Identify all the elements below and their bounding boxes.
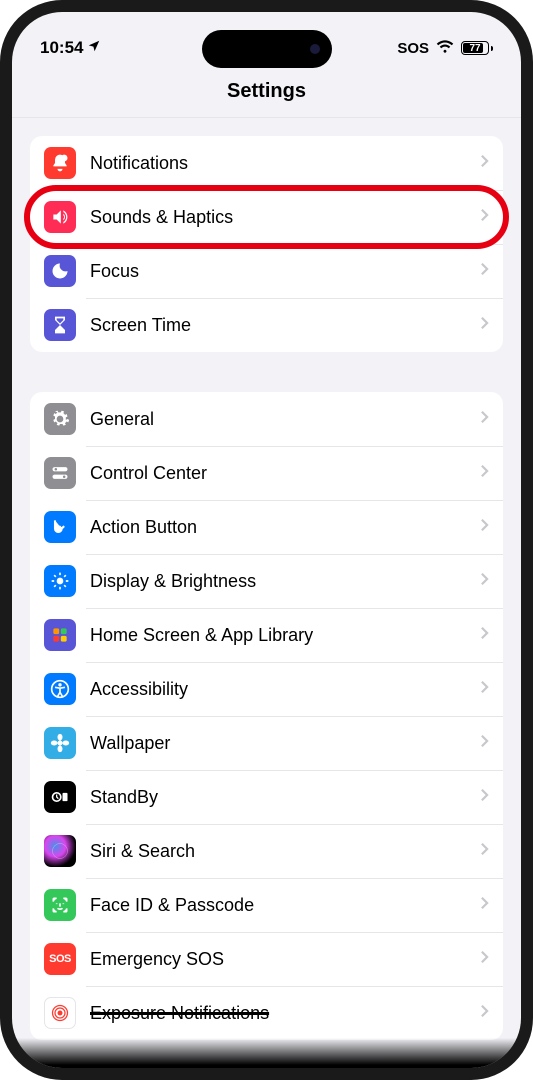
row-control-center[interactable]: Control Center [30, 446, 503, 500]
chevron-right-icon [480, 262, 489, 281]
person-circle-icon [44, 673, 76, 705]
chevron-right-icon [480, 734, 489, 753]
row-screen-time[interactable]: Screen Time [30, 298, 503, 352]
switches-icon [44, 457, 76, 489]
row-label: Focus [90, 261, 480, 282]
row-display-brightness[interactable]: Display & Brightness [30, 554, 503, 608]
row-siri-search[interactable]: Siri & Search [30, 824, 503, 878]
settings-group-1: Notifications Sounds & Haptics Focus [30, 136, 503, 352]
row-label: Sounds & Haptics [90, 207, 480, 228]
row-sounds-haptics[interactable]: Sounds & Haptics [30, 190, 503, 244]
location-arrow-icon [87, 38, 101, 58]
chevron-right-icon [480, 572, 489, 591]
chevron-right-icon [480, 788, 489, 807]
chevron-right-icon [480, 316, 489, 335]
chevron-right-icon [480, 464, 489, 483]
sos-icon: SOS [44, 943, 76, 975]
speaker-icon [44, 201, 76, 233]
gear-icon [44, 403, 76, 435]
siri-icon [44, 835, 76, 867]
settings-content[interactable]: Notifications Sounds & Haptics Focus [12, 136, 521, 1040]
row-standby[interactable]: StandBy [30, 770, 503, 824]
row-label: Notifications [90, 153, 480, 174]
standby-icon [44, 781, 76, 813]
row-exposure-notifications[interactable]: Exposure Notifications [30, 986, 503, 1040]
chevron-right-icon [480, 154, 489, 173]
row-label: StandBy [90, 787, 480, 808]
chevron-right-icon [480, 842, 489, 861]
row-emergency-sos[interactable]: SOS Emergency SOS [30, 932, 503, 986]
row-label: Exposure Notifications [90, 1003, 480, 1024]
chevron-right-icon [480, 626, 489, 645]
page-title: Settings [12, 72, 521, 118]
row-home-screen[interactable]: Home Screen & App Library [30, 608, 503, 662]
row-label: Wallpaper [90, 733, 480, 754]
row-label: Display & Brightness [90, 571, 480, 592]
chevron-right-icon [480, 410, 489, 429]
chevron-right-icon [480, 680, 489, 699]
bell-badge-icon [44, 147, 76, 179]
chevron-right-icon [480, 896, 489, 915]
phone-screen: 10:54 SOS 77 Settings [12, 12, 521, 1068]
row-focus[interactable]: Focus [30, 244, 503, 298]
action-icon [44, 511, 76, 543]
moon-icon [44, 255, 76, 287]
row-label: Accessibility [90, 679, 480, 700]
row-wallpaper[interactable]: Wallpaper [30, 716, 503, 770]
row-label: Home Screen & App Library [90, 625, 480, 646]
row-notifications[interactable]: Notifications [30, 136, 503, 190]
row-accessibility[interactable]: Accessibility [30, 662, 503, 716]
row-label: Control Center [90, 463, 480, 484]
chevron-right-icon [480, 950, 489, 969]
row-general[interactable]: General [30, 392, 503, 446]
row-label: Emergency SOS [90, 949, 480, 970]
chevron-right-icon [480, 518, 489, 537]
exposure-icon [44, 997, 76, 1029]
dynamic-island [202, 30, 332, 68]
flower-icon [44, 727, 76, 759]
chevron-right-icon [480, 208, 489, 227]
sos-label: SOS [397, 40, 429, 57]
row-label: Screen Time [90, 315, 480, 336]
row-label: Face ID & Passcode [90, 895, 480, 916]
sun-icon [44, 565, 76, 597]
status-time: 10:54 [40, 38, 83, 58]
row-faceid[interactable]: Face ID & Passcode [30, 878, 503, 932]
grid-icon [44, 619, 76, 651]
hourglass-icon [44, 309, 76, 341]
row-label: General [90, 409, 480, 430]
row-label: Siri & Search [90, 841, 480, 862]
battery-icon: 77 [461, 41, 493, 55]
chevron-right-icon [480, 1004, 489, 1023]
row-action-button[interactable]: Action Button [30, 500, 503, 554]
row-label: Action Button [90, 517, 480, 538]
wifi-icon [436, 38, 454, 58]
settings-group-2: General Control Center Action Button [30, 392, 503, 1040]
faceid-icon [44, 889, 76, 921]
phone-frame: 10:54 SOS 77 Settings [0, 0, 533, 1080]
bottom-fade [12, 1038, 521, 1068]
